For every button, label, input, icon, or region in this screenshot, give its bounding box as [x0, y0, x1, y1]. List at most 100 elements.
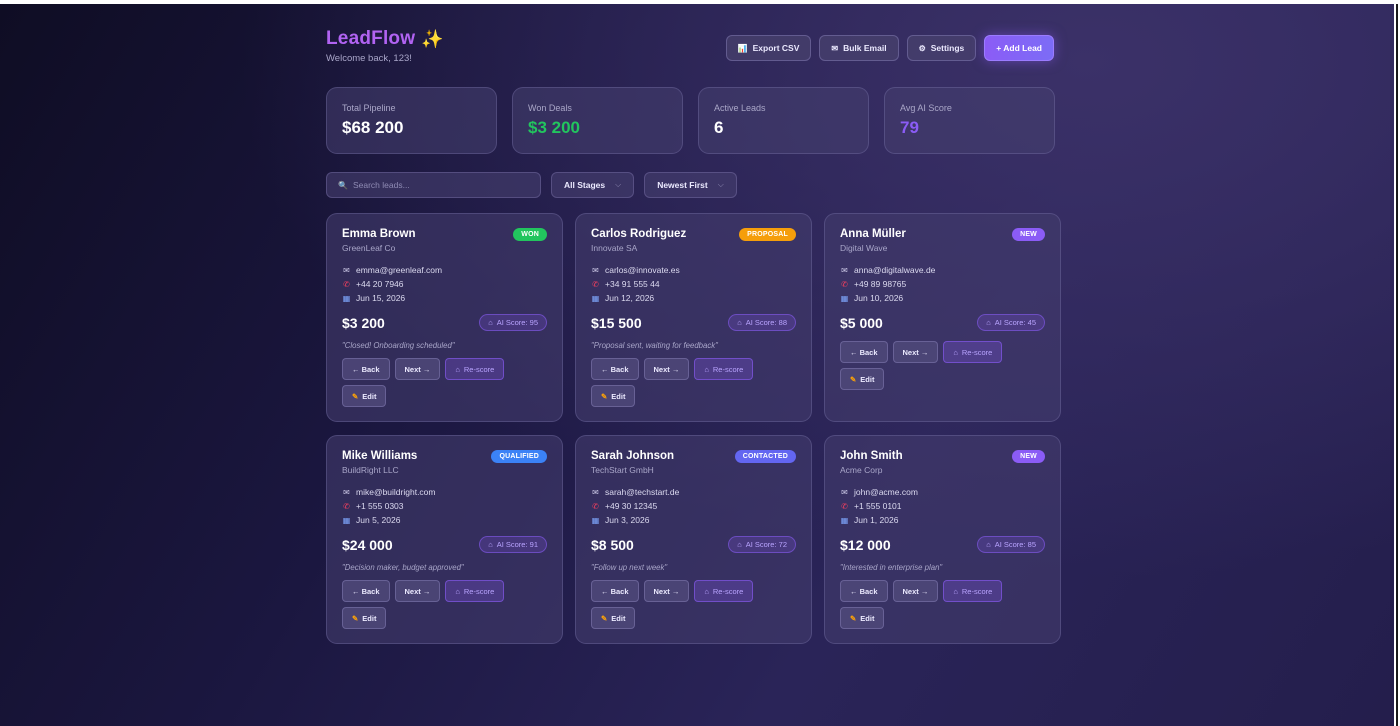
lead-card: John Smith Acme Corp NEW ✉ john@acme.com…	[824, 435, 1061, 644]
phone-icon: ✆	[592, 279, 599, 289]
export-csv-button[interactable]: 📊 Export CSV	[725, 35, 812, 61]
ai-score-text: AI Score: 91	[496, 540, 538, 549]
pencil-icon: ✎	[850, 374, 857, 384]
robot-icon: ⌂	[488, 540, 493, 549]
lead-date-row: ▦ Jun 15, 2026	[342, 291, 547, 305]
lead-value-row: $12 000 ⌂ AI Score: 85	[840, 536, 1045, 553]
rescore-button[interactable]: ⌂ Re-score	[943, 580, 1003, 602]
rescore-button[interactable]: ⌂ Re-score	[943, 341, 1003, 363]
lead-company: BuildRight LLC	[342, 465, 399, 475]
bulk-email-button[interactable]: ✉ Bulk Email	[819, 35, 899, 61]
calendar-icon: ▦	[342, 515, 351, 525]
email-icon: ✉	[343, 265, 350, 275]
stat-value: 6	[714, 118, 724, 137]
edit-button[interactable]: ✎ Edit	[840, 368, 885, 390]
search-input[interactable]: 🔍 Search leads...	[326, 172, 541, 198]
lead-card: Mike Williams BuildRight LLC QUALIFIED ✉…	[326, 435, 563, 644]
edit-button[interactable]: ✎ Edit	[342, 385, 387, 407]
lead-value-row: $3 200 ⌂ AI Score: 95	[342, 314, 547, 331]
lead-date-row: ▦ Jun 5, 2026	[342, 513, 547, 527]
chevron-down-icon: ⌵	[615, 180, 622, 189]
edit-button[interactable]: ✎ Edit	[342, 607, 387, 629]
pencil-icon: ✎	[601, 391, 608, 401]
next-button[interactable]: Next →	[394, 580, 441, 602]
edit-button[interactable]: ✎ Edit	[591, 607, 636, 629]
robot-icon: ⌂	[704, 364, 709, 374]
rescore-button[interactable]: ⌂ Re-score	[445, 358, 505, 380]
back-button[interactable]: ← Back	[840, 341, 888, 363]
ai-score-text: AI Score: 95	[496, 318, 538, 327]
edit-label: Edit	[362, 391, 377, 401]
ai-score-badge: ⌂ AI Score: 72	[728, 536, 796, 553]
ai-score-badge: ⌂ AI Score: 95	[479, 314, 547, 331]
lead-phone-row: ✆ +1 555 0303	[342, 499, 547, 513]
edit-button[interactable]: ✎ Edit	[591, 385, 636, 407]
back-button[interactable]: ← Back	[591, 358, 639, 380]
stat-value: 79	[900, 118, 919, 137]
lead-date: Jun 15, 2026	[356, 293, 406, 303]
lead-note: "Closed! Onboarding scheduled"	[342, 341, 455, 350]
lead-contact-info: ✉ mike@buildright.com ✆ +1 555 0303 ▦ Ju…	[342, 485, 547, 527]
stage-badge: CONTACTED	[734, 450, 796, 463]
edit-button[interactable]: ✎ Edit	[840, 607, 885, 629]
search-placeholder: Search leads...	[352, 180, 410, 190]
lead-date: Jun 12, 2026	[605, 293, 655, 303]
stage-badge: PROPOSAL	[739, 228, 796, 241]
ai-score-text: AI Score: 45	[994, 318, 1036, 327]
stage-badge: NEW	[1012, 450, 1045, 463]
rescore-button[interactable]: ⌂ Re-score	[694, 580, 754, 602]
lead-contact-info: ✉ carlos@innovate.es ✆ +34 91 555 44 ▦ J…	[591, 263, 796, 305]
rescore-label: Re-score	[712, 586, 744, 596]
back-button[interactable]: ← Back	[342, 358, 390, 380]
sort-select[interactable]: Newest First ⌵	[644, 172, 737, 198]
next-button[interactable]: Next →	[643, 358, 690, 380]
pencil-icon: ✎	[601, 613, 608, 623]
lead-card: Sarah Johnson TechStart GmbH CONTACTED ✉…	[575, 435, 812, 644]
lead-card: Carlos Rodriguez Innovate SA PROPOSAL ✉ …	[575, 213, 812, 422]
lead-note: "Follow up next week"	[591, 563, 668, 572]
add-lead-button[interactable]: + Add Lead	[984, 35, 1054, 61]
lead-email: john@acme.com	[854, 487, 918, 497]
robot-icon: ⌂	[488, 318, 493, 327]
pencil-icon: ✎	[352, 613, 359, 623]
rescore-label: Re-score	[961, 586, 993, 596]
back-button[interactable]: ← Back	[342, 580, 390, 602]
back-button[interactable]: ← Back	[840, 580, 888, 602]
stage-filter-select[interactable]: All Stages ⌵	[551, 172, 635, 198]
email-icon: ✉	[831, 43, 839, 53]
robot-icon: ⌂	[704, 586, 709, 596]
ai-score-badge: ⌂ AI Score: 85	[977, 536, 1045, 553]
lead-email-row: ✉ carlos@innovate.es	[591, 263, 796, 277]
app-title: LeadFlow	[326, 28, 416, 49]
lead-date: Jun 10, 2026	[854, 293, 904, 303]
lead-phone: +44 20 7946	[356, 279, 404, 289]
back-button[interactable]: ← Back	[591, 580, 639, 602]
edit-label: Edit	[611, 613, 626, 623]
rescore-button[interactable]: ⌂ Re-score	[445, 580, 505, 602]
phone-icon: ✆	[841, 279, 848, 289]
next-button[interactable]: Next →	[892, 580, 939, 602]
next-button[interactable]: Next →	[892, 341, 939, 363]
rescore-button[interactable]: ⌂ Re-score	[694, 358, 754, 380]
stage-badge: WON	[513, 228, 547, 241]
stage-badge: QUALIFIED	[491, 450, 547, 463]
window-border	[1394, 0, 1400, 726]
ai-score-badge: ⌂ AI Score: 88	[728, 314, 796, 331]
gear-icon: ⚙	[918, 43, 926, 53]
app-background: LeadFlow ✨ Welcome back, 123! 📊 Export C…	[0, 4, 1394, 726]
lead-email-row: ✉ sarah@techstart.de	[591, 485, 796, 499]
settings-button[interactable]: ⚙ Settings	[906, 35, 977, 61]
next-button[interactable]: Next →	[643, 580, 690, 602]
next-button[interactable]: Next →	[394, 358, 441, 380]
lead-date-row: ▦ Jun 10, 2026	[840, 291, 1045, 305]
ai-score-badge: ⌂ AI Score: 45	[977, 314, 1045, 331]
lead-company: TechStart GmbH	[591, 465, 654, 475]
lead-amount: $24 000	[342, 536, 393, 553]
email-icon: ✉	[592, 487, 599, 497]
app-header: LeadFlow ✨ Welcome back, 123!	[326, 28, 444, 64]
lead-contact-info: ✉ sarah@techstart.de ✆ +49 30 12345 ▦ Ju…	[591, 485, 796, 527]
stat-card-active-leads: Active Leads 6	[698, 87, 869, 154]
rescore-label: Re-score	[463, 364, 495, 374]
lead-email: mike@buildright.com	[356, 487, 436, 497]
lead-email: emma@greenleaf.com	[356, 265, 443, 275]
